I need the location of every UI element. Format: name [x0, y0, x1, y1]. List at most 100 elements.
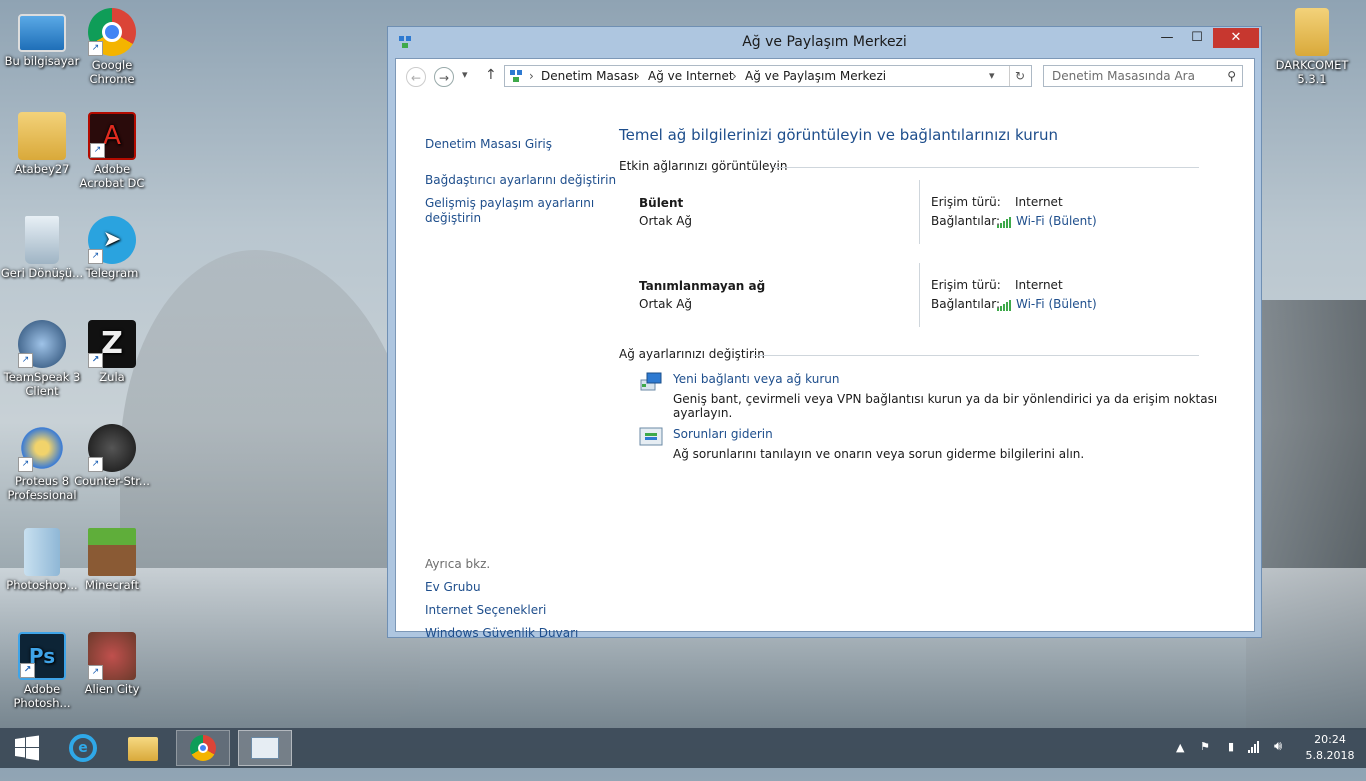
- desktop-icon-telegram[interactable]: ➤ ↗ Telegram: [70, 216, 154, 280]
- breadcrumb-network-internet[interactable]: Ağ ve Internet: [648, 66, 734, 86]
- start-button[interactable]: [0, 730, 54, 766]
- window-content: ← → ▾ ↑ › Denetim Masası › Ağ ve Interne…: [395, 58, 1255, 640]
- breadcrumb-control-panel[interactable]: Denetim Masası: [541, 66, 637, 86]
- desktop-icon-label: Adobe Acrobat DC: [79, 162, 145, 190]
- taskbar-internet-explorer[interactable]: e: [56, 730, 110, 766]
- access-type-value: Internet: [1015, 195, 1063, 209]
- desktop-icon-label: DARKCOMET 5.3.1: [1275, 58, 1349, 86]
- sidebar-adapter-settings-link[interactable]: Bağdaştırıcı ayarlarını değiştirin: [425, 173, 616, 187]
- see-also-internet-options-link[interactable]: Internet Seçenekleri: [425, 603, 546, 617]
- desktop-icon-zula[interactable]: Z ↗ Zula: [70, 320, 154, 384]
- new-connection-link[interactable]: Yeni bağlantı veya ağ kurun: [673, 372, 839, 386]
- shortcut-arrow-icon: ↗: [88, 665, 103, 680]
- battery-icon[interactable]: ▮: [1228, 740, 1234, 780]
- breadcrumb-separator: ›: [732, 69, 737, 83]
- network-sharing-window: Ağ ve Paylaşım Merkezi — ☐ ✕ ← → ▾ ↑ › D…: [387, 26, 1262, 640]
- acrobat-icon: A ↗: [88, 112, 136, 160]
- network-signal-icon[interactable]: [1248, 740, 1264, 780]
- volume-icon[interactable]: 🔊︎: [1274, 739, 1282, 779]
- photoshop-icon: Ps ↗: [18, 632, 66, 680]
- taskbar: e ▲ ⚑ ▮ 🔊︎ 20:24 5.8.2018: [0, 728, 1366, 768]
- control-panel-icon: [510, 70, 522, 82]
- maximize-button[interactable]: ☐: [1183, 28, 1211, 48]
- wifi-signal-icon: [997, 297, 1012, 311]
- clock-time: 20:24: [1314, 733, 1346, 746]
- access-type-label: Erişim türü:: [931, 278, 1001, 292]
- breadcrumb-network-sharing-center[interactable]: Ağ ve Paylaşım Merkezi: [745, 66, 886, 86]
- shortcut-arrow-icon: ↗: [88, 41, 103, 56]
- search-input[interactable]: Denetim Masasında Ara ⚲: [1043, 65, 1243, 87]
- proteus-icon: ↗: [18, 424, 66, 472]
- wifi-connection-label: Wi-Fi (Bülent): [1016, 214, 1097, 228]
- refresh-button[interactable]: ↻: [1009, 66, 1025, 86]
- internet-explorer-icon: e: [69, 734, 97, 762]
- wifi-connection-link[interactable]: Wi-Fi (Bülent): [997, 214, 1097, 228]
- search-placeholder: Denetim Masasında Ara: [1052, 69, 1195, 83]
- recent-pages-dropdown[interactable]: ▾: [462, 68, 468, 81]
- network-divider: [919, 180, 920, 244]
- new-connection-icon: [640, 372, 662, 391]
- desktop-icon-alien-city[interactable]: ↗ Alien City: [70, 632, 154, 696]
- section-divider: [753, 355, 1199, 356]
- sidebar-home-link[interactable]: Denetim Masası Giriş: [425, 137, 552, 151]
- window-title: Ağ ve Paylaşım Merkezi: [742, 34, 907, 50]
- desktop-icon-label: Telegram: [85, 266, 139, 280]
- network-type-link[interactable]: Ortak Ağ: [639, 214, 692, 228]
- access-type-value: Internet: [1015, 278, 1063, 292]
- shortcut-arrow-icon: ↗: [88, 249, 103, 264]
- desktop-icon-chrome[interactable]: ↗ Google Chrome: [70, 8, 154, 86]
- back-button[interactable]: ←: [406, 67, 426, 87]
- file-explorer-icon: [128, 737, 158, 761]
- taskbar-file-explorer[interactable]: [116, 730, 170, 766]
- shortcut-arrow-icon: ↗: [20, 663, 35, 678]
- desktop-icon-darkcomet[interactable]: DARKCOMET 5.3.1: [1270, 8, 1354, 86]
- address-bar[interactable]: › Denetim Masası › Ağ ve Internet › Ağ v…: [504, 65, 1032, 87]
- new-connection-description: Geniş bant, çevirmeli veya VPN bağlantıs…: [673, 392, 1218, 420]
- minimize-button[interactable]: —: [1153, 28, 1181, 48]
- up-button[interactable]: ↑: [485, 67, 497, 83]
- network-divider: [919, 263, 920, 327]
- network-type-link[interactable]: Ortak Ağ: [639, 297, 692, 311]
- wifi-signal-icon: [997, 214, 1012, 228]
- desktop-icon-label: Counter-Str...: [74, 474, 150, 488]
- network-name: Bülent: [639, 196, 684, 210]
- desktop-icon-label: Alien City: [84, 682, 140, 696]
- desktop-icon-label: Minecraft: [85, 578, 139, 592]
- navigation-bar: ← → ▾ ↑ › Denetim Masası › Ağ ve Interne…: [396, 59, 1254, 95]
- minecraft-icon: [88, 528, 136, 576]
- address-dropdown-icon[interactable]: ▾: [989, 66, 995, 86]
- close-button[interactable]: ✕: [1213, 28, 1259, 48]
- system-clock[interactable]: 20:24 5.8.2018: [1300, 732, 1360, 764]
- folder-icon: [24, 528, 60, 576]
- desktop-icon-acrobat[interactable]: A ↗ Adobe Acrobat DC: [70, 112, 154, 190]
- window-titlebar[interactable]: Ağ ve Paylaşım Merkezi — ☐ ✕: [388, 27, 1261, 57]
- breadcrumb-separator: ›: [529, 69, 534, 83]
- search-icon: ⚲: [1227, 69, 1236, 83]
- chrome-icon: ↗: [88, 8, 136, 56]
- taskbar-chrome[interactable]: [176, 730, 230, 766]
- forward-button[interactable]: →: [434, 67, 454, 87]
- shortcut-arrow-icon: ↗: [18, 353, 33, 368]
- sidebar-advanced-sharing-link[interactable]: Gelişmiş paylaşım ayarlarını değiştirin: [425, 196, 600, 226]
- desktop-icon-label: Google Chrome: [89, 58, 135, 86]
- action-center-flag-icon[interactable]: ⚑: [1200, 740, 1210, 780]
- taskbar-control-panel[interactable]: [238, 730, 292, 766]
- control-panel-icon: [251, 737, 279, 759]
- troubleshoot-description: Ağ sorunlarını tanılayın ve onarın veya …: [673, 447, 1085, 461]
- connections-label: Bağlantılar:: [931, 214, 1000, 228]
- breadcrumb-separator: ›: [635, 69, 640, 83]
- section-divider: [773, 167, 1199, 168]
- tray-show-hidden-icon[interactable]: ▲: [1176, 741, 1184, 781]
- shortcut-arrow-icon: ↗: [88, 457, 103, 472]
- desktop-icon-counter-strike[interactable]: ↗ Counter-Str...: [70, 424, 154, 488]
- troubleshoot-icon: [639, 427, 663, 446]
- wifi-connection-link[interactable]: Wi-Fi (Bülent): [997, 297, 1097, 311]
- see-also-title: Ayrıca bkz.: [425, 557, 491, 571]
- see-also-firewall-link[interactable]: Windows Güvenlik Duvarı: [425, 626, 578, 640]
- network-name: Tanımlanmayan ağ: [639, 279, 766, 293]
- see-also-homegroup-link[interactable]: Ev Grubu: [425, 580, 481, 594]
- wifi-connection-label: Wi-Fi (Bülent): [1016, 297, 1097, 311]
- desktop-icon-minecraft[interactable]: Minecraft: [70, 528, 154, 592]
- troubleshoot-link[interactable]: Sorunları giderin: [673, 427, 773, 441]
- shortcut-arrow-icon: ↗: [90, 143, 105, 158]
